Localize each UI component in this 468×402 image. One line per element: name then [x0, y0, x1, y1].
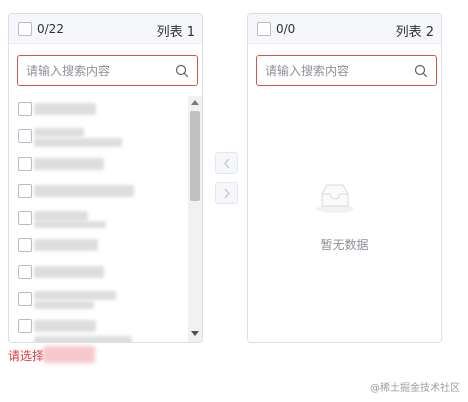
list-item[interactable]	[9, 261, 188, 283]
blurred-label	[34, 320, 96, 332]
blurred-label-line2	[34, 221, 106, 228]
blurred-label	[34, 128, 84, 137]
blurred-error-detail	[43, 346, 95, 363]
blurred-label	[34, 103, 96, 115]
empty-state-text: 暂无数据	[320, 238, 369, 252]
list-item[interactable]	[9, 153, 188, 175]
transfer-panel-left: 0/22 列表 1	[8, 13, 203, 343]
list-item[interactable]	[9, 334, 188, 342]
scroll-up-arrow-icon[interactable]	[191, 100, 199, 105]
list-item[interactable]	[9, 125, 188, 147]
move-to-right-button[interactable]	[215, 182, 238, 204]
selection-count: 0/22	[37, 22, 64, 36]
item-checkbox[interactable]	[18, 238, 32, 252]
item-checkbox[interactable]	[18, 319, 32, 333]
search-input[interactable]	[26, 62, 176, 79]
select-all-checkbox[interactable]	[18, 22, 32, 36]
list-item[interactable]	[9, 207, 188, 229]
item-checkbox[interactable]	[18, 265, 32, 279]
item-checkbox[interactable]	[18, 292, 32, 306]
item-checkbox[interactable]	[18, 157, 32, 171]
search-box	[256, 55, 437, 86]
chevron-left-icon	[224, 158, 230, 169]
blurred-label	[34, 336, 132, 342]
search-icon[interactable]	[414, 64, 428, 78]
item-checkbox[interactable]	[18, 184, 32, 198]
blurred-label	[34, 291, 116, 300]
scroll-down-arrow-icon[interactable]	[191, 331, 199, 336]
list-item[interactable]	[9, 180, 188, 202]
item-checkbox[interactable]	[18, 211, 32, 225]
chevron-right-icon	[224, 188, 230, 199]
blurred-label-line2	[34, 301, 94, 309]
blurred-label	[34, 239, 98, 251]
selection-count: 0/0	[276, 22, 296, 36]
blurred-label-line2	[34, 138, 122, 147]
panel-header: 0/0 列表 2	[248, 14, 441, 44]
item-list	[9, 96, 188, 342]
panel-title: 列表 1	[156, 25, 195, 40]
scroll-thumb[interactable]	[190, 111, 200, 201]
list-item[interactable]	[9, 288, 188, 310]
panel-title: 列表 2	[395, 25, 434, 40]
move-to-left-button[interactable]	[215, 152, 238, 174]
blurred-label	[34, 158, 104, 170]
item-checkbox[interactable]	[18, 102, 32, 116]
list-item[interactable]	[9, 98, 188, 120]
panel-header: 0/22 列表 1	[9, 14, 202, 44]
select-all-checkbox[interactable]	[257, 22, 271, 36]
validation-error: 请选择	[8, 349, 45, 363]
search-box	[17, 55, 198, 86]
item-checkbox[interactable]	[18, 129, 32, 143]
inbox-icon	[316, 184, 354, 213]
search-icon[interactable]	[175, 64, 189, 78]
blurred-label	[34, 185, 134, 197]
vertical-scrollbar[interactable]	[188, 96, 202, 342]
list-item[interactable]	[9, 234, 188, 256]
search-input[interactable]	[265, 62, 415, 79]
watermark: @稀土掘金技术社区	[370, 383, 460, 394]
blurred-label	[34, 211, 88, 221]
blurred-label	[34, 266, 104, 278]
